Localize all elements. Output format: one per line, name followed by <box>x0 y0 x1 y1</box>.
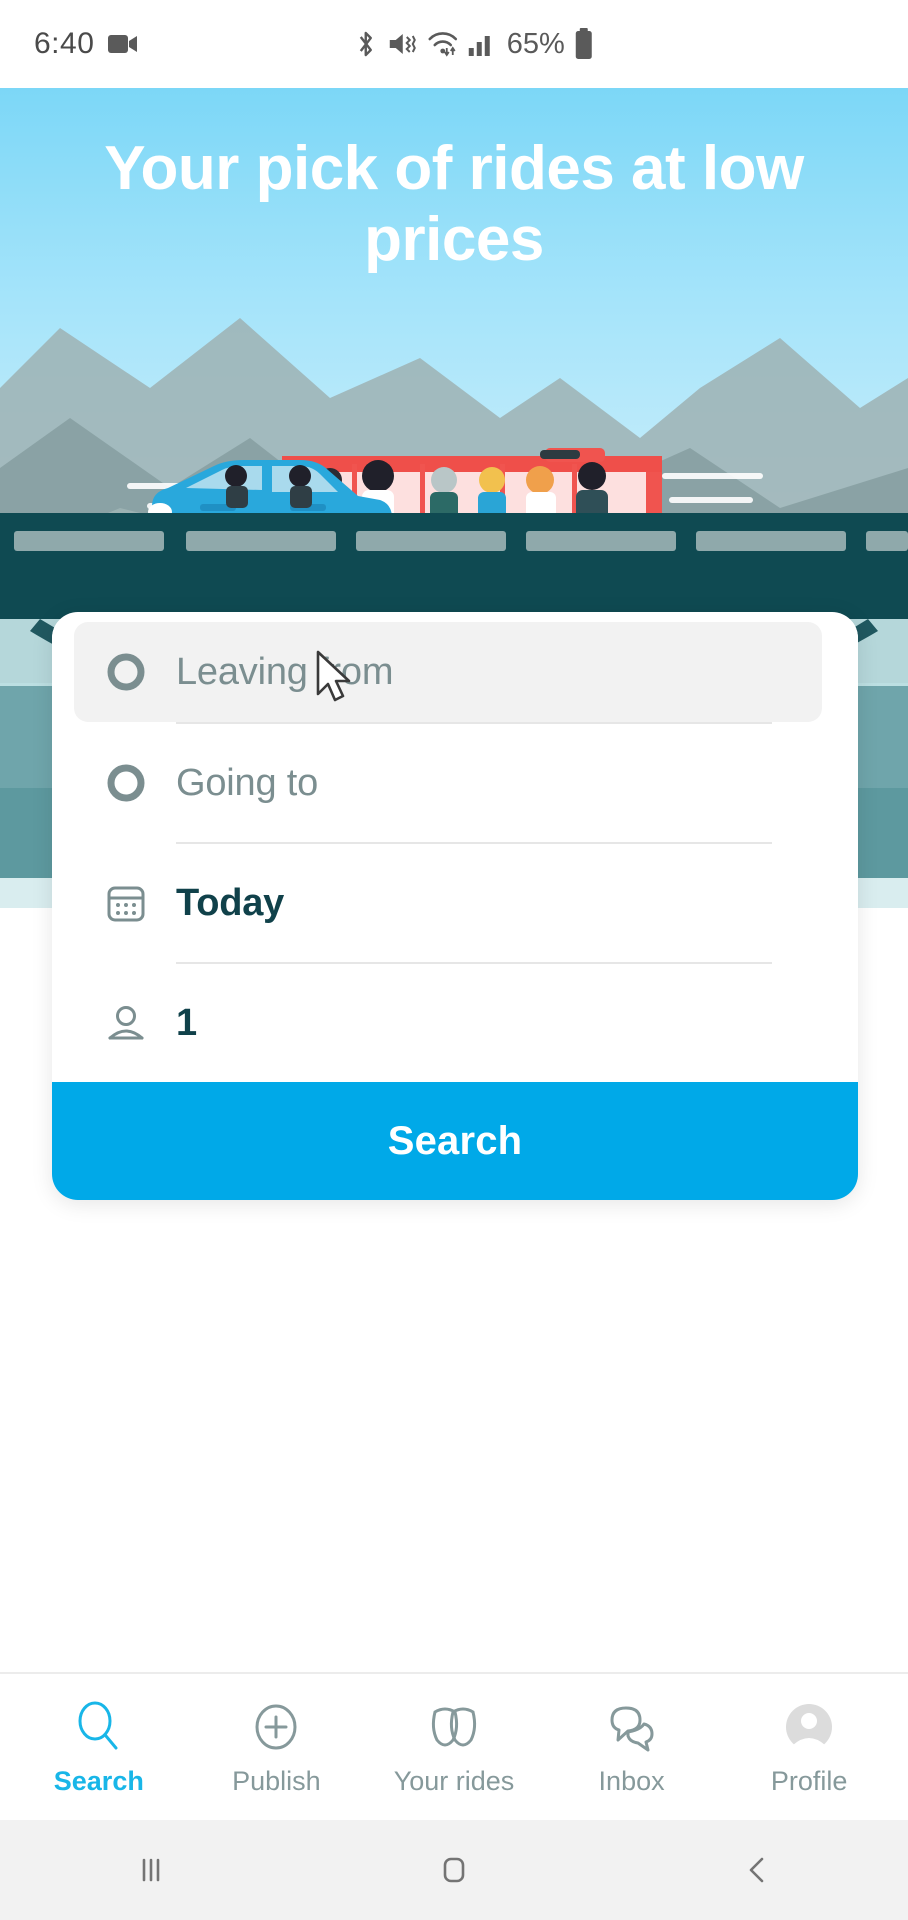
nav-label-profile: Profile <box>770 1765 848 1796</box>
nav-label-publish: Publish <box>232 1765 321 1796</box>
field-passengers-value: 1 <box>176 1001 197 1044</box>
plus-circle-icon <box>250 1698 302 1754</box>
nav-label-your-rides: Your rides <box>393 1765 515 1796</box>
recents-bars-icon[interactable] <box>76 1850 226 1890</box>
field-going-to[interactable]: Going to <box>52 724 858 842</box>
android-navigation-bar <box>0 1820 908 1920</box>
bluetooth-icon <box>353 29 379 59</box>
steering-wheels-icon <box>425 1698 483 1754</box>
avatar-icon <box>782 1698 836 1754</box>
back-chevron-icon[interactable] <box>682 1850 832 1890</box>
search-icon <box>73 1698 125 1754</box>
cellular-signal-icon <box>468 31 496 57</box>
battery-percent-label: 65% <box>506 27 565 60</box>
field-date[interactable]: Today <box>52 844 858 962</box>
status-bar: 6:40 65% <box>0 0 908 88</box>
page-title: Your pick of rides at low prices <box>104 134 804 275</box>
search-card: Leaving from Going to Today 1 Search <box>52 612 858 1200</box>
nav-label-inbox: Inbox <box>598 1765 665 1796</box>
field-date-value: Today <box>176 881 285 924</box>
video-recording-icon <box>108 33 138 55</box>
status-bar-clock: 6:40 <box>34 27 95 60</box>
nav-item-inbox[interactable]: Inbox <box>543 1698 721 1797</box>
field-going-to-label: Going to <box>176 761 319 804</box>
circle-outline-icon <box>102 759 150 807</box>
nav-item-publish[interactable]: Publish <box>188 1698 366 1797</box>
search-button[interactable]: Search <box>52 1082 858 1200</box>
status-bar-right: 65% <box>353 28 594 61</box>
bottom-navigation: Search Publish Your rides Inbox Profile <box>0 1672 908 1820</box>
calendar-icon <box>102 879 150 927</box>
search-fields: Leaving from Going to Today 1 <box>52 622 858 1082</box>
nav-item-profile[interactable]: Profile <box>720 1698 898 1797</box>
person-icon <box>102 999 150 1047</box>
circle-outline-icon <box>102 648 150 696</box>
nav-item-your-rides[interactable]: Your rides <box>365 1698 543 1797</box>
field-passengers[interactable]: 1 <box>52 964 858 1082</box>
field-leaving-from-label: Leaving from <box>176 650 394 693</box>
nav-item-search[interactable]: Search <box>10 1698 188 1797</box>
home-square-icon[interactable] <box>379 1850 529 1890</box>
status-bar-left: 6:40 <box>34 27 138 61</box>
nav-label-search: Search <box>53 1765 144 1796</box>
mute-vibrate-icon <box>388 30 418 58</box>
chat-bubbles-icon <box>604 1698 660 1754</box>
field-leaving-from[interactable]: Leaving from <box>74 622 822 722</box>
wifi-icon <box>427 30 459 58</box>
battery-icon <box>574 28 594 60</box>
